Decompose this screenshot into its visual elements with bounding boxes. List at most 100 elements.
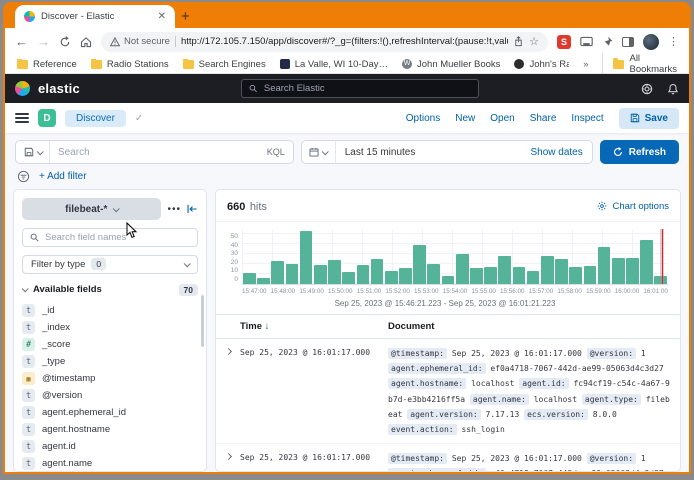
histogram-bar[interactable] bbox=[598, 247, 611, 284]
field-item[interactable]: tagent.id bbox=[22, 440, 198, 454]
histogram-bar[interactable] bbox=[498, 256, 511, 284]
histogram-bar[interactable] bbox=[257, 278, 270, 284]
help-icon[interactable] bbox=[641, 83, 653, 95]
field-item[interactable]: #_score bbox=[22, 338, 198, 352]
doc-field-chip[interactable]: @version: bbox=[587, 348, 636, 359]
toolbar-link-options[interactable]: Options bbox=[406, 113, 440, 124]
space-avatar[interactable]: D bbox=[38, 109, 56, 127]
doc-field-chip[interactable]: agent.type: bbox=[582, 394, 641, 405]
refresh-button[interactable]: Refresh bbox=[600, 140, 679, 164]
doc-field-chip[interactable]: agent.version: bbox=[407, 409, 480, 420]
side-panel-icon[interactable] bbox=[622, 37, 634, 47]
histogram-bar[interactable] bbox=[513, 267, 526, 284]
breadcrumb[interactable]: Discover bbox=[65, 110, 126, 127]
doc-field-chip[interactable]: @timestamp: bbox=[388, 348, 447, 359]
field-item[interactable]: tagent.name bbox=[22, 457, 198, 471]
histogram-bar[interactable] bbox=[371, 259, 384, 284]
chart-options-link[interactable]: Chart options bbox=[597, 201, 669, 212]
histogram-bar[interactable] bbox=[328, 260, 341, 284]
nav-menu-icon[interactable] bbox=[15, 113, 29, 123]
tab-close-icon[interactable]: ✕ bbox=[158, 11, 166, 22]
back-icon[interactable]: ← bbox=[15, 35, 28, 48]
share-icon[interactable] bbox=[513, 36, 524, 47]
bookmark-item[interactable]: La Valle, WI 10-Day… bbox=[280, 59, 388, 70]
sidebar-options-icon[interactable]: ••• bbox=[167, 204, 181, 215]
histogram-bar[interactable] bbox=[243, 273, 256, 284]
histogram-bar[interactable] bbox=[300, 231, 313, 284]
home-icon[interactable] bbox=[80, 36, 92, 48]
search-input[interactable] bbox=[58, 147, 259, 158]
elastic-logo-icon[interactable] bbox=[15, 81, 30, 96]
browser-menu-icon[interactable]: ⋮ bbox=[668, 35, 679, 48]
field-item[interactable]: t_index bbox=[22, 321, 198, 335]
browser-tab[interactable]: Discover - Elastic ✕ bbox=[15, 5, 175, 28]
bookmark-item[interactable]: WJohn Mueller Books bbox=[402, 59, 500, 70]
field-item[interactable]: t_type bbox=[22, 355, 198, 369]
histogram-bar[interactable] bbox=[640, 240, 653, 284]
index-pattern-select[interactable]: filebeat-* bbox=[22, 198, 161, 220]
histogram-bar[interactable] bbox=[569, 267, 582, 284]
bookmarks-overflow-icon[interactable]: » bbox=[583, 59, 588, 70]
save-button[interactable]: Save bbox=[619, 108, 679, 129]
doc-field-chip[interactable]: @version: bbox=[587, 453, 636, 464]
adblock-extension-icon[interactable]: S bbox=[557, 35, 571, 49]
sort-descending-icon[interactable]: ↓ bbox=[265, 321, 270, 332]
expand-row-icon[interactable] bbox=[224, 348, 231, 355]
histogram-bar[interactable] bbox=[442, 276, 455, 284]
add-filter-link[interactable]: + Add filter bbox=[39, 171, 87, 182]
address-bar[interactable]: Not secure http://172.105.7.150/app/disc… bbox=[101, 32, 548, 52]
doc-field-chip[interactable]: agent.ephemeral_id: bbox=[388, 363, 486, 374]
all-bookmarks-button[interactable]: All Bookmarks bbox=[602, 53, 677, 75]
doc-field-chip[interactable]: agent.id: bbox=[519, 378, 568, 389]
histogram-bar[interactable] bbox=[541, 256, 554, 284]
global-search-box[interactable] bbox=[241, 79, 479, 98]
expand-row-icon[interactable] bbox=[224, 453, 231, 460]
histogram-bar[interactable] bbox=[470, 268, 483, 284]
profile-avatar[interactable] bbox=[643, 34, 659, 50]
sidebar-scrollbar[interactable] bbox=[201, 295, 204, 347]
kql-label[interactable]: KQL bbox=[267, 147, 293, 157]
toolbar-link-share[interactable]: Share bbox=[530, 113, 557, 124]
field-item[interactable]: tagent.ephemeral_id bbox=[22, 406, 198, 420]
toolbar-link-open[interactable]: Open bbox=[490, 113, 514, 124]
field-item[interactable]: ▦@timestamp bbox=[22, 372, 198, 386]
bookmark-item[interactable]: John's Random Tho… bbox=[514, 59, 569, 70]
histogram-bar[interactable] bbox=[357, 265, 370, 284]
bookmark-item[interactable]: Search Engines bbox=[183, 59, 266, 70]
not-secure-warning[interactable]: Not secure bbox=[110, 36, 170, 47]
histogram-bar[interactable] bbox=[555, 259, 568, 284]
histogram-bar[interactable] bbox=[527, 271, 540, 284]
filter-by-type-select[interactable]: Filter by type 0 bbox=[22, 255, 198, 274]
doc-field-chip[interactable]: @timestamp: bbox=[388, 453, 447, 464]
toolbar-link-inspect[interactable]: Inspect bbox=[571, 113, 603, 124]
doc-field-chip[interactable]: event.action: bbox=[388, 424, 457, 435]
bookmark-item[interactable]: Reference bbox=[17, 59, 77, 70]
histogram-bar[interactable] bbox=[399, 268, 412, 284]
filter-menu-icon[interactable] bbox=[17, 170, 30, 183]
histogram-bar[interactable] bbox=[584, 266, 597, 284]
time-column-header[interactable]: Time ↓ bbox=[240, 321, 388, 332]
doc-field-chip[interactable]: agent.hostname: bbox=[388, 378, 466, 389]
extensions-pin-icon[interactable] bbox=[602, 36, 613, 47]
bookmark-star-icon[interactable]: ☆ bbox=[529, 35, 539, 48]
saved-query-menu-button[interactable] bbox=[16, 141, 50, 163]
histogram-bar[interactable] bbox=[612, 258, 625, 284]
histogram-bar[interactable] bbox=[286, 264, 299, 284]
cast-icon[interactable] bbox=[580, 36, 593, 47]
histogram-bar[interactable] bbox=[626, 258, 639, 284]
histogram-bar[interactable] bbox=[427, 264, 440, 284]
time-range-value[interactable]: Last 15 minutes bbox=[336, 141, 531, 163]
histogram-bar[interactable] bbox=[385, 271, 398, 284]
reload-icon[interactable] bbox=[59, 36, 71, 48]
doc-field-chip[interactable]: agent.ephemeral_id: bbox=[388, 468, 486, 471]
field-search-input[interactable] bbox=[45, 232, 190, 243]
url-text[interactable]: http://172.105.7.150/app/discover#/?_g=(… bbox=[181, 36, 508, 47]
field-item[interactable]: t@version bbox=[22, 389, 198, 403]
histogram-bar[interactable] bbox=[314, 265, 327, 284]
histogram-bar[interactable] bbox=[484, 267, 497, 284]
histogram-bar[interactable] bbox=[271, 261, 284, 284]
histogram-bar[interactable] bbox=[456, 254, 469, 284]
global-search-input[interactable] bbox=[264, 83, 472, 94]
doc-field-chip[interactable]: ecs.version: bbox=[524, 409, 588, 420]
histogram-bar[interactable] bbox=[413, 245, 426, 284]
